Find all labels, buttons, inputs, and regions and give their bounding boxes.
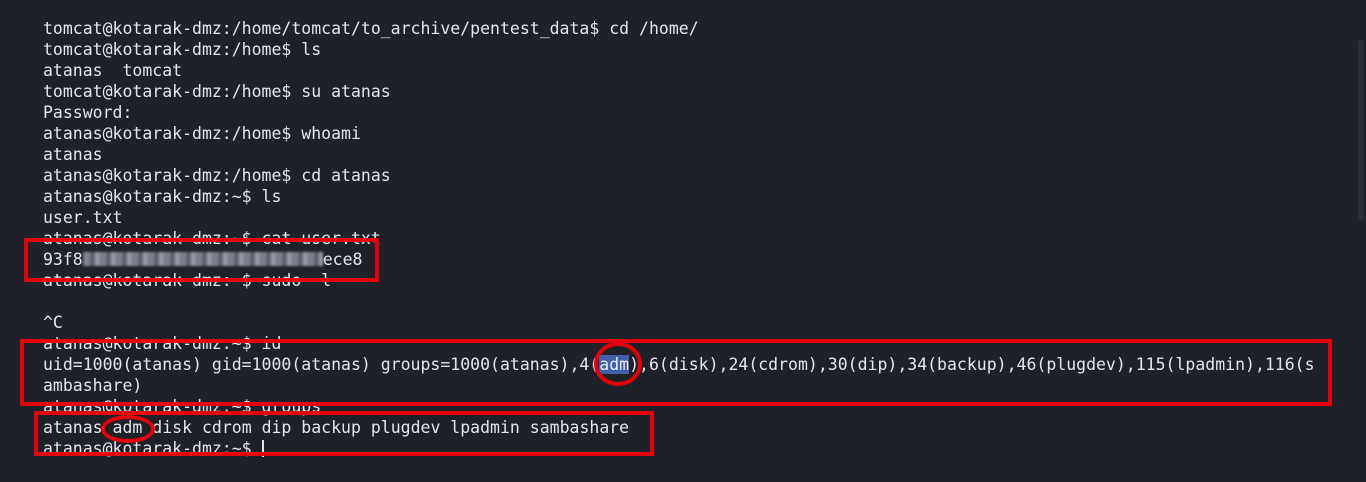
terminal-line: tomcat@kotarak-dmz:/home$ ls: [43, 40, 322, 59]
terminal-line: ^C: [43, 313, 63, 332]
terminal-line: atanas@kotarak-dmz:/home$ whoami: [43, 124, 361, 143]
terminal-line: Password:: [43, 103, 133, 122]
scrollbar[interactable]: [1356, 0, 1366, 482]
annotation-circle-adm-id: [594, 342, 642, 386]
terminal-line: atanas: [43, 145, 103, 164]
scrollbar-thumb[interactable]: [1358, 40, 1364, 220]
annotation-circle-adm-groups: [101, 415, 155, 443]
annotation-box-id: [20, 339, 1332, 406]
terminal-line: tomcat@kotarak-dmz:/home$ su atanas: [43, 82, 391, 101]
terminal-line: user.txt: [43, 208, 123, 227]
terminal-line: tomcat@kotarak-dmz:/home/tomcat/to_archi…: [43, 19, 699, 38]
terminal-line: atanas tomcat: [43, 61, 183, 80]
terminal-line: atanas@kotarak-dmz:/home$ cd atanas: [43, 166, 391, 185]
terminal-line: atanas@kotarak-dmz:~$ ls: [43, 187, 282, 206]
annotation-box-flag: [24, 238, 379, 282]
terminal-window[interactable]: tomcat@kotarak-dmz:/home/tomcat/to_archi…: [0, 0, 1366, 482]
